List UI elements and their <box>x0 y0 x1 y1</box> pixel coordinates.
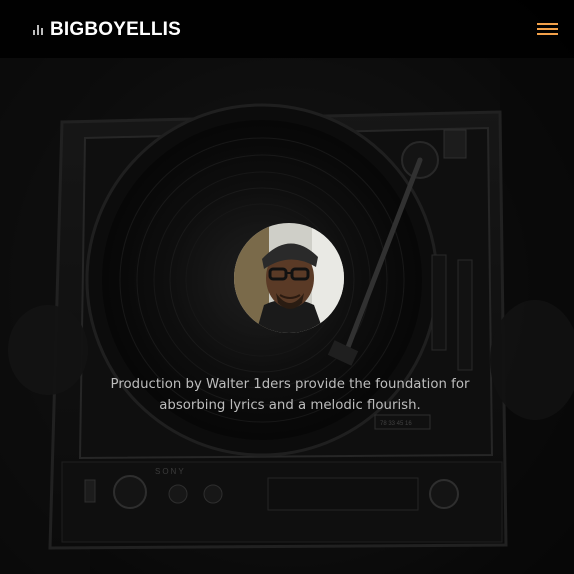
artist-avatar <box>234 223 344 333</box>
hero-tagline: Production by Walter 1ders provide the f… <box>110 377 470 414</box>
sound-bars-icon <box>33 25 45 35</box>
brand-logo-link[interactable]: BIGBOYELLIS <box>33 19 181 41</box>
hamburger-line <box>537 28 558 30</box>
hamburger-menu-icon <box>537 23 558 25</box>
page: SONY 78 33 45 16 BIGBOYELLIS Production … <box>0 0 574 574</box>
hamburger-menu-button[interactable] <box>536 20 560 38</box>
top-navigation-bar: BIGBOYELLIS <box>0 0 574 58</box>
hamburger-line <box>537 33 558 35</box>
brand-name: BIGBOYELLIS <box>50 19 181 40</box>
